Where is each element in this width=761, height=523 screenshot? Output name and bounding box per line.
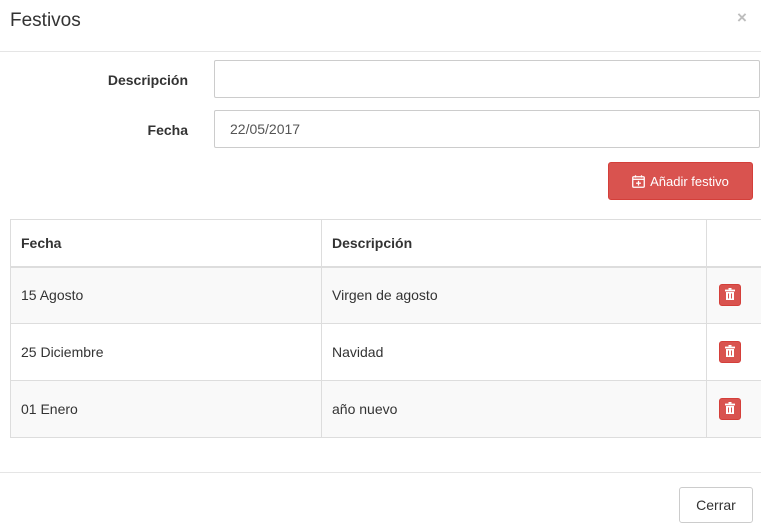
close-icon[interactable]: × — [737, 9, 747, 27]
date-input[interactable] — [214, 110, 760, 148]
column-header-actions — [706, 219, 761, 268]
delete-holiday-button[interactable] — [719, 341, 741, 363]
trash-icon — [725, 287, 735, 303]
holiday-description: año nuevo — [321, 380, 707, 438]
action-cell — [706, 323, 761, 381]
date-row: Fecha — [0, 110, 761, 150]
delete-holiday-button[interactable] — [719, 398, 741, 420]
modal-header: Festivos × — [0, 0, 761, 52]
holiday-date: 25 Diciembre — [10, 323, 322, 381]
holiday-date: 15 Agosto — [10, 266, 322, 324]
add-holiday-button[interactable]: Añadir festivo — [608, 162, 753, 200]
add-holiday-button-label: Añadir festivo — [650, 173, 729, 189]
modal-title: Festivos — [10, 10, 81, 31]
close-button[interactable]: Cerrar — [679, 487, 753, 523]
table-row: 25 Diciembre Navidad — [10, 323, 761, 381]
delete-holiday-button[interactable] — [719, 284, 741, 307]
column-header-description: Descripción — [321, 219, 707, 268]
action-cell — [706, 266, 761, 324]
holidays-table: Fecha Descripción 15 Agosto Virgen de ag… — [10, 219, 761, 438]
modal-footer: Cerrar — [0, 472, 761, 523]
description-row: Descripción — [0, 60, 761, 100]
table-row: 01 Enero año nuevo — [10, 380, 761, 438]
holiday-date: 01 Enero — [10, 380, 322, 438]
calendar-plus-icon — [632, 174, 646, 188]
action-cell — [706, 380, 761, 438]
description-input[interactable] — [214, 60, 760, 98]
table-row: 15 Agosto Virgen de agosto — [10, 266, 761, 324]
trash-icon — [725, 344, 735, 360]
trash-icon — [725, 401, 735, 417]
date-label: Fecha — [147, 122, 188, 138]
column-header-date: Fecha — [10, 219, 322, 268]
holiday-description: Virgen de agosto — [321, 266, 707, 324]
table-header-row: Fecha Descripción — [10, 219, 761, 268]
description-label: Descripción — [107, 72, 188, 88]
holiday-description: Navidad — [321, 323, 707, 381]
